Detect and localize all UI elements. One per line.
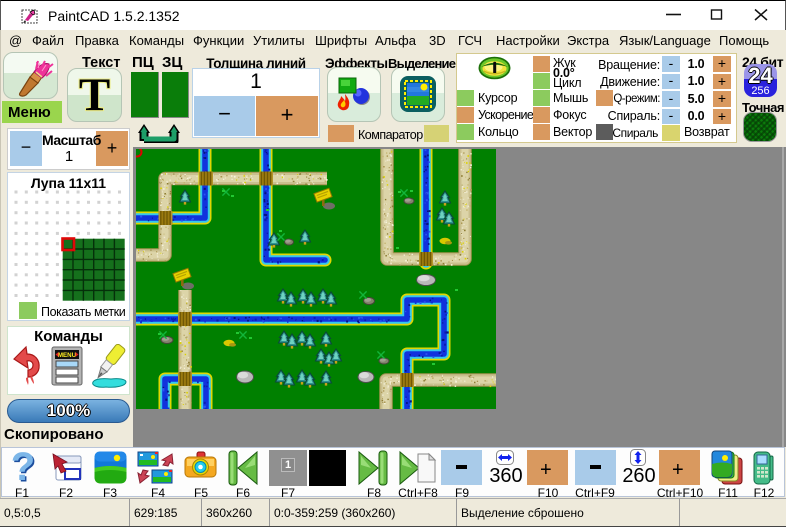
svg-text:MENU: MENU (58, 352, 77, 359)
